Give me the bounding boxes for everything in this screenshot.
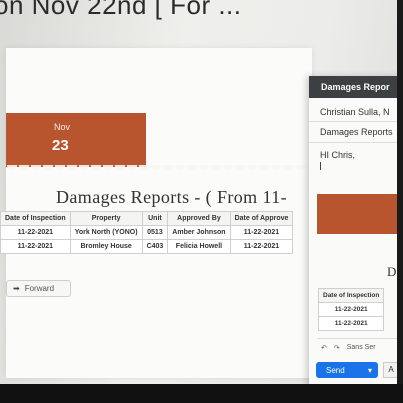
compose-table: Date of Inspection 11-22-2021 11-22-2021 — [317, 288, 385, 331]
text-cursor — [320, 162, 321, 170]
monitor-bezel-bottom — [0, 384, 403, 403]
table-cell: 11-22-2021 — [0, 225, 71, 240]
send-options-icon[interactable]: ▾ — [368, 366, 372, 375]
stamp-edge-decoration — [6, 165, 312, 177]
table-cell: 11-22-2021 — [317, 316, 385, 331]
table-cell: C403 — [141, 239, 169, 254]
table-cell: 11-22-2021 — [229, 239, 294, 254]
photographed-screen: on Nov 22nd [ For ... Nov 23 Damages Rep… — [0, 0, 403, 403]
column-header: Date of Inspection — [0, 211, 71, 226]
table-row: 11-22-2021 Bromley House C403 Felicia Ho… — [0, 239, 294, 254]
forward-arrow-icon: ➡ — [13, 284, 20, 293]
divider — [309, 121, 403, 122]
undo-icon[interactable]: ↶ — [321, 344, 327, 352]
font-select[interactable]: Sans Ser — [347, 344, 376, 351]
table-cell: York North (YONO) — [69, 225, 143, 240]
column-header: Date of Approve — [229, 211, 294, 226]
table-row: 11-22-2021 — [317, 316, 385, 331]
table-cell: Amber Johnson — [167, 225, 231, 240]
recipients-field[interactable]: Christian Sulla, N — [320, 107, 390, 117]
damages-table: Date of Inspection Property Unit Approve… — [0, 211, 294, 254]
table-cell: 0513 — [141, 225, 169, 240]
table-cell: Felicia Howell — [167, 239, 231, 254]
compose-report-title: D — [387, 264, 397, 279]
forward-button[interactable]: ➡ Forward — [6, 280, 71, 297]
send-button[interactable]: Send ▾ — [316, 362, 378, 378]
column-header: Date of Inspection — [317, 288, 385, 303]
compose-window: Damages Repor Christian Sulla, N Damages… — [309, 76, 403, 388]
compose-header[interactable]: Damages Repor — [309, 76, 403, 98]
send-label: Send — [326, 365, 345, 375]
date-day: 23 — [52, 137, 69, 154]
table-header-row: Date of Inspection — [317, 288, 385, 303]
table-cell: 11-22-2021 — [0, 239, 71, 254]
column-header: Approved By — [167, 211, 231, 226]
column-header: Unit — [141, 211, 169, 226]
table-row: 11-22-2021 York North (YONO) 0513 Amber … — [0, 225, 294, 240]
formatting-toolbar: ↶ ↷ Sans Ser — [317, 338, 403, 356]
message-body-text[interactable]: HI Chris, — [320, 150, 355, 160]
redo-icon[interactable]: ↷ — [334, 344, 340, 352]
compose-date-banner: N 2 — [317, 194, 403, 234]
date-banner: Nov 23 — [6, 113, 146, 167]
column-header: Property — [69, 211, 143, 226]
table-header-row: Date of Inspection Property Unit Approve… — [0, 211, 294, 226]
table-cell: Bromley House — [69, 239, 143, 254]
table-row: 11-22-2021 — [317, 302, 385, 317]
subject-field[interactable]: Damages Reports — [320, 127, 393, 137]
divider — [309, 142, 403, 143]
table-cell: 11-22-2021 — [229, 225, 294, 240]
date-month: Nov — [54, 122, 71, 132]
table-cell: 11-22-2021 — [317, 302, 385, 317]
page-heading: on Nov 22nd [ For ... — [0, 0, 242, 20]
forward-label: Forward — [24, 284, 55, 293]
report-title: Damages Reports - ( From 11- — [56, 187, 287, 207]
monitor-bezel — [397, 0, 403, 403]
